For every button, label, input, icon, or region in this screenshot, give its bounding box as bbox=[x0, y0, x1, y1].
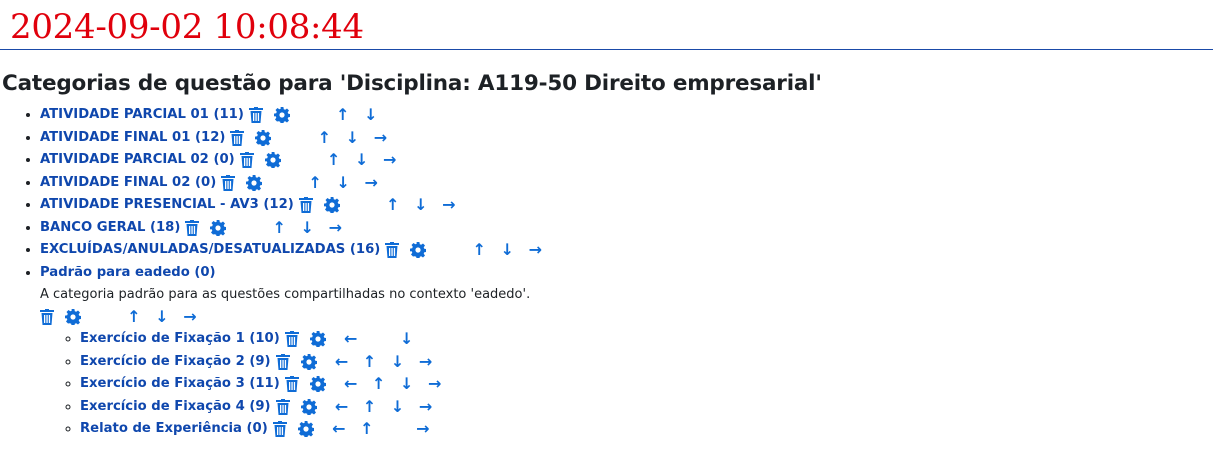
arrow-down-icon[interactable]: ↓ bbox=[357, 107, 385, 123]
arrow-up-icon[interactable]: ↑ bbox=[356, 398, 384, 415]
category-link[interactable]: ATIVIDADE PRESENCIAL - AV3 (12) bbox=[40, 194, 294, 217]
gear-icon[interactable] bbox=[273, 107, 291, 124]
subcategory-link[interactable]: Exercício de Fixação 3 (11) bbox=[80, 373, 280, 396]
category-item: Padrão para eadedo (0) A categoria padrã… bbox=[40, 262, 549, 441]
arrow-down-icon[interactable]: ↓ bbox=[493, 242, 521, 258]
arrow-down-icon[interactable]: ↓ bbox=[148, 309, 176, 325]
arrow-left-icon[interactable]: ← bbox=[328, 398, 356, 415]
category-item: ATIVIDADE FINAL 02 (0) ↑ ↓ → bbox=[40, 172, 549, 195]
subcategory-link[interactable]: Exercício de Fixação 1 (10) bbox=[80, 328, 280, 351]
gear-icon[interactable] bbox=[309, 331, 327, 348]
arrow-down-icon[interactable]: ↓ bbox=[338, 129, 366, 146]
arrow-up-icon[interactable]: ↑ bbox=[301, 174, 329, 191]
arrow-right-icon[interactable]: → bbox=[366, 129, 394, 146]
arrow-up-icon[interactable]: ↑ bbox=[356, 353, 384, 370]
page-timestamp: 2024-09-02 10:08:44 bbox=[10, 7, 364, 47]
category-link[interactable]: ATIVIDADE FINAL 01 (12) bbox=[40, 127, 225, 150]
arrow-down-icon[interactable]: ↓ bbox=[384, 353, 412, 370]
trash-icon[interactable] bbox=[221, 174, 236, 191]
arrow-left-icon[interactable]: ← bbox=[325, 421, 353, 437]
trash-icon[interactable] bbox=[298, 197, 313, 214]
arrow-up-icon[interactable]: ↑ bbox=[329, 107, 357, 123]
gear-icon[interactable] bbox=[300, 398, 318, 415]
trash-icon[interactable] bbox=[272, 421, 287, 438]
arrow-down-icon[interactable]: ↓ bbox=[384, 398, 412, 415]
arrow-right-icon[interactable]: → bbox=[421, 376, 449, 392]
arrow-up-icon[interactable]: ↑ bbox=[353, 421, 381, 437]
arrow-up-icon[interactable]: ↑ bbox=[120, 309, 148, 325]
subcategory-link[interactable]: Exercício de Fixação 4 (9) bbox=[80, 396, 271, 419]
gear-icon[interactable] bbox=[264, 152, 282, 169]
trash-icon[interactable] bbox=[230, 129, 245, 146]
category-link[interactable]: ATIVIDADE PARCIAL 01 (11) bbox=[40, 104, 244, 127]
arrow-down-icon[interactable]: ↓ bbox=[407, 197, 435, 213]
category-link[interactable]: BANCO GERAL (18) bbox=[40, 217, 180, 240]
category-item: BANCO GERAL (18) ↑ ↓ → bbox=[40, 217, 549, 240]
category-link[interactable]: ATIVIDADE PARCIAL 02 (0) bbox=[40, 149, 235, 172]
category-list: ATIVIDADE PARCIAL 01 (11) ↑ ↓ ATIVIDADE … bbox=[0, 104, 549, 441]
arrow-right-icon[interactable]: → bbox=[409, 421, 437, 437]
arrow-right-icon[interactable]: → bbox=[521, 242, 549, 258]
subcategory-item: Relato de Experiência (0) ← ↑ → bbox=[80, 418, 549, 441]
arrow-up-icon[interactable]: ↑ bbox=[265, 219, 293, 236]
subcategory-item: Exercício de Fixação 1 (10) ← ↓ bbox=[80, 328, 549, 351]
trash-icon[interactable] bbox=[284, 331, 299, 348]
arrow-left-icon[interactable]: ← bbox=[328, 353, 356, 370]
arrow-up-icon[interactable]: ↑ bbox=[365, 376, 393, 392]
trash-icon[interactable] bbox=[185, 219, 200, 236]
category-item: ATIVIDADE PARCIAL 01 (11) ↑ ↓ bbox=[40, 104, 549, 127]
trash-icon[interactable] bbox=[239, 152, 254, 169]
arrow-down-icon[interactable]: ↓ bbox=[293, 219, 321, 236]
subcategory-item: Exercício de Fixação 2 (9) ← ↑ ↓ → bbox=[80, 351, 549, 374]
subcategory-list: Exercício de Fixação 1 (10) ← ↓ Exercíci… bbox=[40, 328, 549, 441]
arrow-down-icon[interactable]: ↓ bbox=[348, 152, 376, 168]
gear-icon[interactable] bbox=[309, 376, 327, 393]
arrow-up-icon[interactable]: ↑ bbox=[465, 242, 493, 258]
subcategory-item: Exercício de Fixação 3 (11) ← ↑ ↓ → bbox=[80, 373, 549, 396]
category-item: ATIVIDADE FINAL 01 (12) ↑ ↓ → bbox=[40, 127, 549, 150]
category-link[interactable]: EXCLUÍDAS/ANULADAS/DESATUALIZADAS (16) bbox=[40, 239, 380, 262]
category-description: A categoria padrão para as questões comp… bbox=[40, 287, 531, 302]
gear-icon[interactable] bbox=[300, 353, 318, 370]
gear-icon[interactable] bbox=[254, 129, 272, 146]
page-title: Categorias de questão para 'Disciplina: … bbox=[2, 71, 822, 96]
trash-icon[interactable] bbox=[385, 242, 400, 259]
arrow-right-icon[interactable]: → bbox=[176, 309, 204, 325]
header-divider bbox=[0, 49, 1213, 50]
arrow-left-icon[interactable]: ← bbox=[337, 376, 365, 392]
gear-icon[interactable] bbox=[409, 242, 427, 259]
category-item: ATIVIDADE PRESENCIAL - AV3 (12) ↑ ↓ → bbox=[40, 194, 549, 217]
arrow-right-icon[interactable]: → bbox=[357, 174, 385, 191]
arrow-down-icon[interactable]: ↓ bbox=[393, 376, 421, 392]
category-item: ATIVIDADE PARCIAL 02 (0) ↑ ↓ → bbox=[40, 149, 549, 172]
arrow-right-icon[interactable]: → bbox=[321, 219, 349, 236]
subcategory-link[interactable]: Exercício de Fixação 2 (9) bbox=[80, 351, 271, 374]
trash-icon[interactable] bbox=[275, 398, 290, 415]
arrow-up-icon[interactable]: ↑ bbox=[379, 197, 407, 213]
trash-icon[interactable] bbox=[284, 376, 299, 393]
arrow-right-icon[interactable]: → bbox=[435, 197, 463, 213]
gear-icon[interactable] bbox=[323, 197, 341, 214]
trash-icon[interactable] bbox=[275, 353, 290, 370]
subcategory-link[interactable]: Relato de Experiência (0) bbox=[80, 418, 268, 441]
subcategory-item: Exercício de Fixação 4 (9) ← ↑ ↓ → bbox=[80, 396, 549, 419]
trash-icon[interactable] bbox=[248, 107, 263, 124]
arrow-left-icon[interactable]: ← bbox=[337, 331, 365, 347]
arrow-right-icon[interactable]: → bbox=[376, 152, 404, 168]
arrow-right-icon[interactable]: → bbox=[412, 398, 440, 415]
gear-icon[interactable] bbox=[64, 309, 82, 325]
gear-icon[interactable] bbox=[297, 421, 315, 438]
gear-icon[interactable] bbox=[245, 174, 263, 191]
arrow-right-icon[interactable]: → bbox=[412, 353, 440, 370]
category-link[interactable]: ATIVIDADE FINAL 02 (0) bbox=[40, 172, 216, 195]
arrow-down-icon[interactable]: ↓ bbox=[329, 174, 357, 191]
arrow-up-icon[interactable]: ↑ bbox=[310, 129, 338, 146]
trash-icon[interactable] bbox=[40, 309, 54, 325]
category-item: EXCLUÍDAS/ANULADAS/DESATUALIZADAS (16) ↑… bbox=[40, 239, 549, 262]
arrow-up-icon[interactable]: ↑ bbox=[320, 152, 348, 168]
gear-icon[interactable] bbox=[209, 219, 227, 236]
arrow-down-icon[interactable]: ↓ bbox=[393, 331, 421, 347]
category-link[interactable]: Padrão para eadedo (0) bbox=[40, 262, 216, 285]
